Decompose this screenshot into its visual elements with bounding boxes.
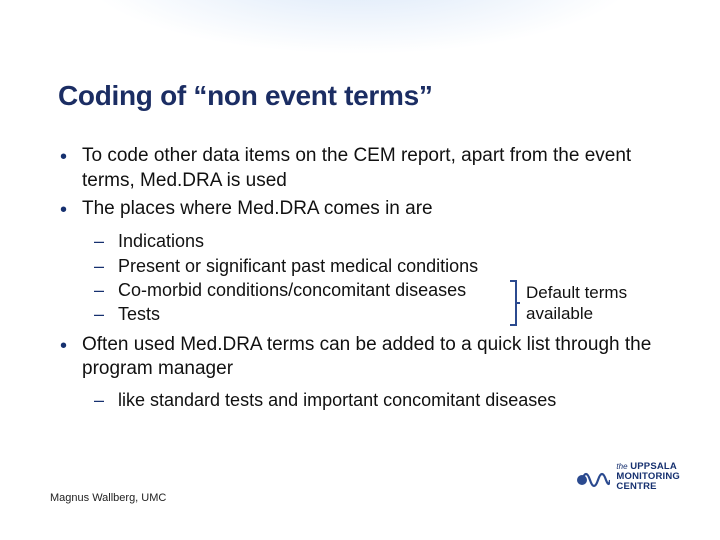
list-item: – like standard tests and important conc… [94, 388, 660, 412]
bracket-icon [508, 279, 520, 327]
bracket-text: Default terms available [526, 282, 627, 325]
logo-the: the [616, 462, 627, 471]
sub-bullet-text: Indications [118, 229, 660, 253]
bracket-line2: available [526, 303, 627, 324]
logo-line3: CENTRE [616, 481, 656, 492]
dash-icon: – [94, 229, 118, 253]
dash-icon: – [94, 302, 118, 326]
footer-author: Magnus Wallberg, UMC [50, 492, 166, 504]
dash-icon: – [94, 254, 118, 278]
sub-bullet-list: – like standard tests and important conc… [94, 388, 660, 412]
list-item: – Indications [94, 229, 660, 253]
bullet-list: • To code other data items on the CEM re… [58, 144, 660, 223]
list-item: • To code other data items on the CEM re… [58, 144, 660, 193]
slide-content: Coding of “non event terms” • To code ot… [58, 80, 660, 418]
bullet-dot-icon: • [58, 197, 82, 223]
bullet-dot-icon: • [58, 144, 82, 193]
top-gradient [0, 0, 720, 70]
logo-text: the UPPSALA MONITORING CENTRE [616, 462, 680, 492]
list-item: • The places where Med.DRA comes in are [58, 197, 660, 223]
bullet-list: • Often used Med.DRA terms can be added … [58, 333, 660, 382]
bullet-text: The places where Med.DRA comes in are [82, 197, 660, 223]
slide-title: Coding of “non event terms” [58, 80, 660, 112]
sub-list-group: – Indications – Present or significant p… [58, 229, 660, 326]
list-item: • Often used Med.DRA terms can be added … [58, 333, 660, 382]
bullet-text: To code other data items on the CEM repo… [82, 144, 660, 193]
dash-icon: – [94, 388, 118, 412]
bullet-text: Often used Med.DRA terms can be added to… [82, 333, 660, 382]
logo: the UPPSALA MONITORING CENTRE [576, 462, 680, 492]
logo-mark-icon [576, 464, 610, 490]
bracket-annotation: Default terms available [508, 279, 627, 327]
sub-bullet-text: like standard tests and important concom… [118, 388, 660, 412]
sub-bullet-text: Present or significant past medical cond… [118, 254, 660, 278]
bracket-line1: Default terms [526, 282, 627, 303]
dash-icon: – [94, 278, 118, 302]
bullet-dot-icon: • [58, 333, 82, 382]
list-item: – Present or significant past medical co… [94, 254, 660, 278]
